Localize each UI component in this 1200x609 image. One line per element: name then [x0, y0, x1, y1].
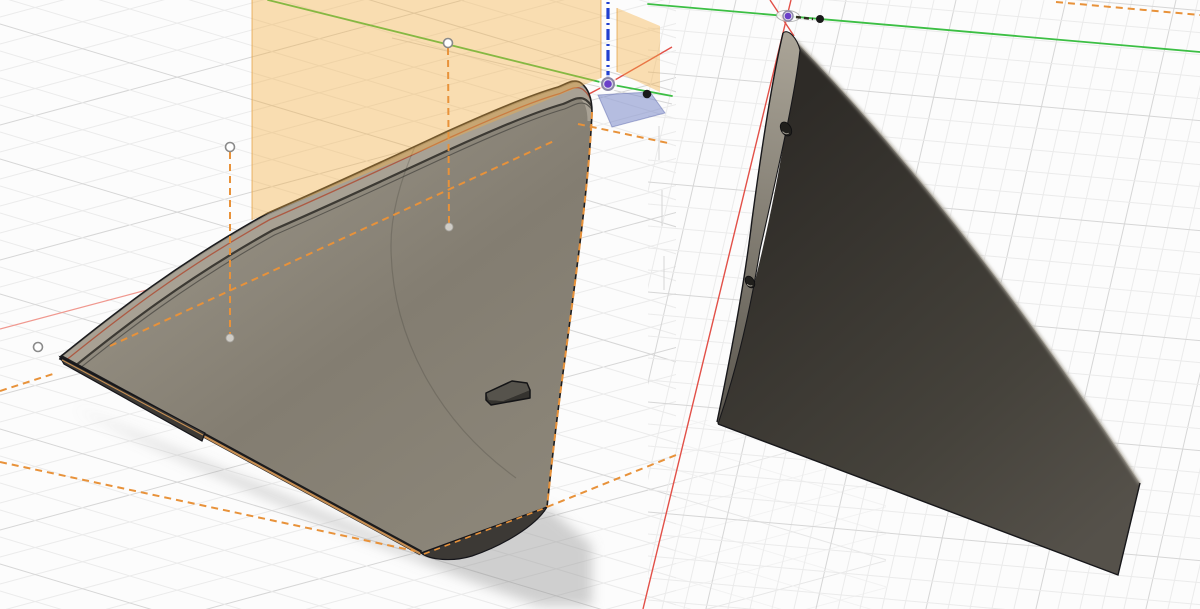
cad-canvas[interactable]: [0, 0, 1200, 609]
viewport-left[interactable]: [0, 0, 676, 606]
trailing-extension: [547, 455, 676, 507]
sketch-handle[interactable]: [34, 343, 43, 352]
sketch-handle[interactable]: [444, 39, 453, 48]
axis-point: [816, 15, 824, 23]
origin-plane-small[interactable]: [617, 8, 660, 92]
sketch-handle[interactable]: [226, 143, 235, 152]
xy-plane[interactable]: [598, 92, 665, 127]
origin-right[interactable]: [776, 10, 813, 23]
wing-body-right[interactable]: [717, 32, 1140, 575]
axis-point: [643, 90, 652, 99]
sketch-point: [445, 223, 453, 231]
sketch-point: [226, 334, 234, 342]
